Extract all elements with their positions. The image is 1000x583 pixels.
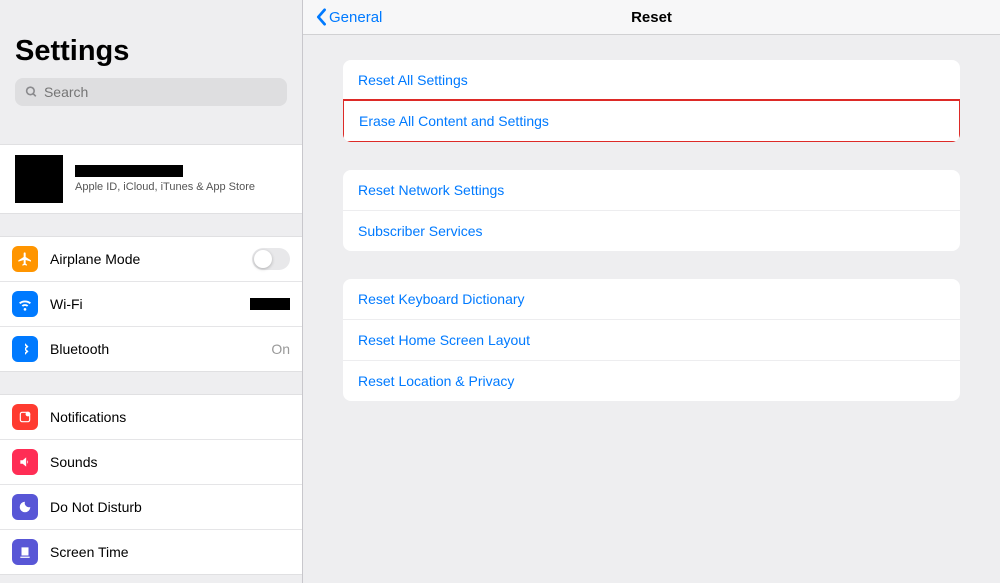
sidebar-item-screentime[interactable]: Screen Time [0, 529, 302, 574]
alerts-group: Notifications Sounds Do Not Disturb Scre… [0, 394, 302, 575]
sidebar-item-notifications[interactable]: Notifications [0, 395, 302, 439]
back-button[interactable]: General [315, 8, 382, 26]
account-text: Apple ID, iCloud, iTunes & App Store [75, 165, 255, 193]
airplane-icon [12, 246, 38, 272]
page-title: Settings [15, 35, 287, 68]
account-row[interactable]: Apple ID, iCloud, iTunes & App Store [0, 145, 302, 213]
notifications-icon [12, 404, 38, 430]
airplane-label: Airplane Mode [50, 251, 240, 267]
reset-network[interactable]: Reset Network Settings [343, 170, 960, 210]
reset-group-3: Reset Keyboard Dictionary Reset Home Scr… [343, 279, 960, 401]
reset-all-settings[interactable]: Reset All Settings [343, 60, 960, 100]
reset-keyboard[interactable]: Reset Keyboard Dictionary [343, 279, 960, 319]
reset-home-screen[interactable]: Reset Home Screen Layout [343, 319, 960, 360]
main-pane: General Reset Reset All Settings Erase A… [303, 0, 1000, 583]
search-input[interactable] [15, 78, 287, 106]
account-group: Apple ID, iCloud, iTunes & App Store [0, 144, 302, 214]
bluetooth-icon [12, 336, 38, 362]
sidebar-item-wifi[interactable]: Wi-Fi [0, 281, 302, 326]
bluetooth-label: Bluetooth [50, 341, 259, 357]
chevron-left-icon [315, 8, 327, 26]
wifi-label: Wi-Fi [50, 296, 238, 312]
wifi-value-redacted [250, 298, 290, 310]
reset-content: Reset All Settings Erase All Content and… [303, 35, 1000, 583]
settings-sidebar: Settings Apple ID, iCloud, iTunes & App … [0, 0, 303, 583]
back-label: General [329, 9, 382, 26]
airplane-toggle[interactable] [252, 248, 290, 270]
reset-location-privacy[interactable]: Reset Location & Privacy [343, 360, 960, 401]
search-icon [25, 85, 38, 99]
dnd-label: Do Not Disturb [50, 499, 290, 515]
sidebar-item-sounds[interactable]: Sounds [0, 439, 302, 484]
sidebar-item-bluetooth[interactable]: Bluetooth On [0, 326, 302, 371]
sidebar-item-dnd[interactable]: Do Not Disturb [0, 484, 302, 529]
dnd-icon [12, 494, 38, 520]
account-subtitle: Apple ID, iCloud, iTunes & App Store [75, 181, 255, 193]
bluetooth-value: On [271, 341, 290, 357]
screentime-icon [12, 539, 38, 565]
account-name-redacted [75, 165, 183, 177]
sidebar-item-airplane[interactable]: Airplane Mode [0, 237, 302, 281]
sidebar-header: Settings [0, 0, 302, 114]
nav-bar: General Reset [303, 0, 1000, 35]
avatar [15, 155, 63, 203]
subscriber-services[interactable]: Subscriber Services [343, 210, 960, 251]
sounds-label: Sounds [50, 454, 290, 470]
nav-title: Reset [631, 9, 672, 26]
wifi-icon [12, 291, 38, 317]
sounds-icon [12, 449, 38, 475]
connectivity-group: Airplane Mode Wi-Fi Bluetooth On [0, 236, 302, 372]
reset-group-2: Reset Network Settings Subscriber Servic… [343, 170, 960, 251]
search-field[interactable] [44, 84, 277, 100]
notifications-label: Notifications [50, 409, 290, 425]
reset-group-1: Reset All Settings Erase All Content and… [343, 60, 960, 142]
screentime-label: Screen Time [50, 544, 290, 560]
erase-all-content[interactable]: Erase All Content and Settings [343, 99, 960, 142]
